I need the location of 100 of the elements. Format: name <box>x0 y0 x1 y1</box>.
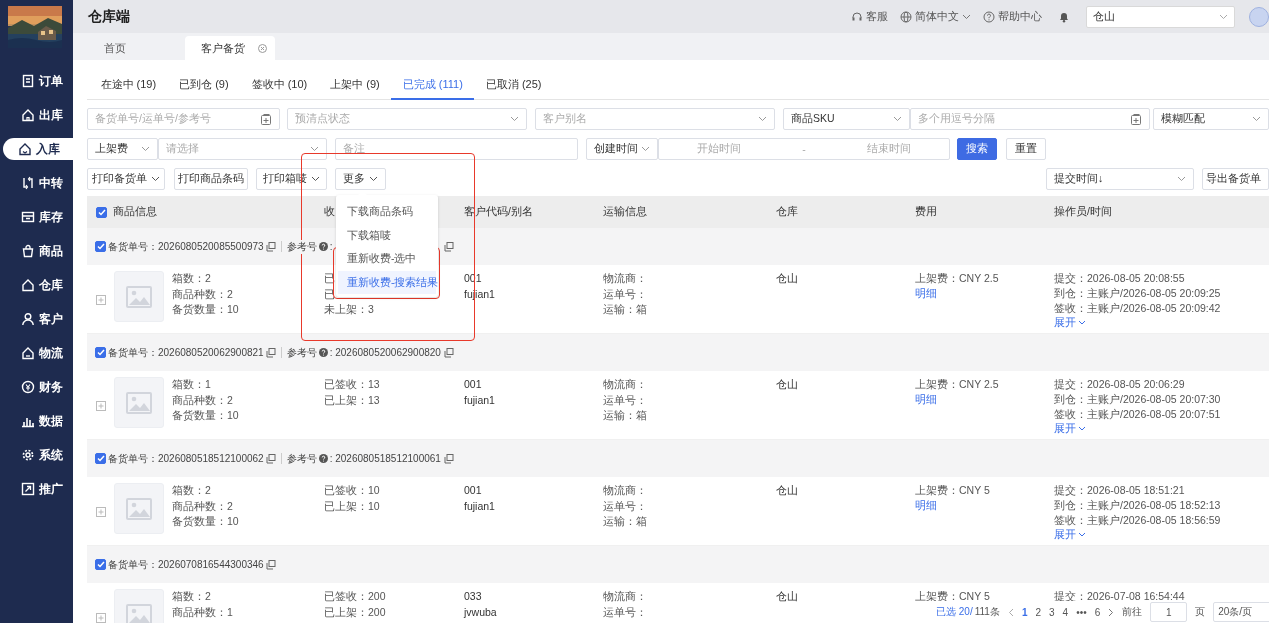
paste-icon[interactable] <box>1131 113 1142 125</box>
status-tab[interactable]: 已取消 (25) <box>474 77 553 100</box>
chevron-down-icon <box>641 146 650 152</box>
page-number[interactable]: 1 <box>1021 606 1028 618</box>
button[interactable]: 打印商品条码 <box>174 168 248 190</box>
checkbox[interactable] <box>96 206 107 218</box>
checkbox[interactable] <box>95 559 106 570</box>
order-number: 备货单号：2026080520062900821 <box>108 345 264 360</box>
chevron-down-icon <box>151 176 160 182</box>
page-tab[interactable]: 首页 <box>88 36 178 60</box>
chevron-down-icon <box>1078 426 1086 431</box>
button[interactable]: 重置 <box>1006 138 1046 160</box>
product-info: 备货数量：10 <box>172 514 239 529</box>
select-field[interactable]: 上架费 <box>87 138 158 160</box>
copy-icon[interactable] <box>265 347 276 358</box>
header-link[interactable]: 客服 <box>851 9 888 24</box>
menu-item[interactable]: 重新收费-选中 <box>336 247 438 271</box>
nav-item[interactable]: 客户 <box>3 308 73 330</box>
copy-icon[interactable] <box>265 241 276 252</box>
page-tab[interactable]: 客户备货 <box>185 36 275 60</box>
product-info: 箱数：2 <box>172 589 211 604</box>
app-title: 仓库端 <box>88 7 130 26</box>
help-icon[interactable] <box>318 348 328 357</box>
product-info: 商品种数：2 <box>172 286 233 302</box>
checkbox[interactable] <box>95 241 106 252</box>
status-tab[interactable]: 已完成 (111) <box>391 77 475 100</box>
detail-link[interactable]: 明细 <box>915 286 937 300</box>
received-info: 已上架：10 <box>324 498 380 514</box>
header-link[interactable]: 帮助中心 <box>983 9 1042 24</box>
page-input[interactable]: 1 <box>1150 602 1188 622</box>
chevron-down-icon <box>1252 116 1261 122</box>
header-link[interactable]: 简体中文 <box>900 9 971 24</box>
copy-icon[interactable] <box>265 559 276 570</box>
reference-number: : <box>329 241 334 252</box>
select-field[interactable]: 创建时间 <box>586 138 658 160</box>
house-icon <box>18 142 32 156</box>
page-size-select[interactable]: 20条/页 <box>1213 602 1269 622</box>
previous-icon[interactable] <box>1007 607 1014 617</box>
dropdown-button[interactable]: 导出备货单 <box>1202 168 1269 190</box>
menu-item[interactable]: 下载箱唛 <box>336 223 438 247</box>
page-unit: 页 <box>1195 605 1206 619</box>
operator-info: 提交：2026-08-05 20:06:29 <box>1054 377 1185 392</box>
nav-item[interactable]: 系统 <box>3 444 73 466</box>
status-tab[interactable]: 上架中 (9) <box>318 77 392 100</box>
nav-item[interactable]: 推广 <box>3 478 73 500</box>
house-icon <box>21 108 35 122</box>
column-header: 商品信息 <box>113 205 157 219</box>
product-info: 备货数量：10 <box>172 408 239 423</box>
bell-icon[interactable] <box>1058 10 1070 23</box>
next-icon[interactable] <box>1108 607 1115 617</box>
nav-item[interactable]: 商品 <box>3 240 73 262</box>
customer-info: jvwuba <box>464 604 497 620</box>
nav-item[interactable]: 财务 <box>3 376 73 398</box>
copy-icon[interactable] <box>265 453 276 464</box>
warehouse-select[interactable]: 仓山 <box>1086 5 1235 28</box>
nav-item[interactable]: 订单 <box>3 70 73 92</box>
copy-icon[interactable] <box>443 453 454 464</box>
dropdown-button[interactable]: 打印备货单 <box>87 168 165 190</box>
nav-item[interactable]: 数据 <box>3 410 73 432</box>
status-tab[interactable]: 签收中 (10) <box>240 77 319 100</box>
checkbox[interactable] <box>95 453 106 464</box>
status-tab[interactable]: 在途中 (19) <box>89 77 168 100</box>
help-icon[interactable] <box>318 242 328 251</box>
dropdown-button[interactable]: 更多 <box>335 168 386 190</box>
nav-item[interactable]: 入库 <box>3 138 73 160</box>
page-number[interactable]: 3 <box>1049 606 1055 618</box>
select-field[interactable]: 提交时间↓ <box>1046 168 1194 190</box>
copy-icon[interactable] <box>443 347 454 358</box>
check-icon <box>97 208 106 216</box>
help-icon[interactable] <box>318 454 328 463</box>
nav-item[interactable]: 中转 <box>3 172 73 194</box>
select-field[interactable]: 模糊匹配 <box>1153 108 1269 130</box>
copy-icon[interactable] <box>443 241 454 252</box>
detail-link[interactable]: 明细 <box>915 498 937 512</box>
menu-item[interactable]: 下载商品条码 <box>336 200 438 224</box>
paste-icon[interactable] <box>261 113 272 125</box>
nav-item[interactable]: 仓库 <box>3 274 73 296</box>
expand-link[interactable]: 展开 <box>1054 316 1086 329</box>
nav-item[interactable]: 物流 <box>3 342 73 364</box>
expand-link[interactable]: 展开 <box>1054 422 1086 435</box>
page-number[interactable]: 4 <box>1062 606 1069 618</box>
headset-icon <box>851 10 863 23</box>
search-button[interactable]: 搜索 <box>957 138 997 160</box>
status-tab[interactable]: 已到仓 (9) <box>167 77 241 100</box>
nav-item[interactable]: 出库 <box>3 104 73 126</box>
detail-link[interactable]: 明细 <box>915 392 937 406</box>
close-icon[interactable] <box>258 43 267 53</box>
select-field[interactable]: 商品SKU <box>783 108 910 130</box>
page-number[interactable]: ••• <box>1076 606 1087 618</box>
reference-label: 参考号 <box>286 239 317 254</box>
expand-link[interactable]: 展开 <box>1054 528 1086 541</box>
warehouse-name: 仓山 <box>776 271 798 286</box>
page-number[interactable]: 2 <box>1035 606 1041 618</box>
received-info: 已签收：10 <box>324 483 380 498</box>
page-number[interactable]: 6 <box>1094 606 1101 618</box>
checkbox[interactable] <box>95 347 106 358</box>
nav-item[interactable]: 库存 <box>3 206 73 228</box>
coin-icon <box>21 380 35 394</box>
menu-item[interactable]: 重新收费-搜索结果 <box>338 270 436 294</box>
image-icon <box>126 603 152 623</box>
